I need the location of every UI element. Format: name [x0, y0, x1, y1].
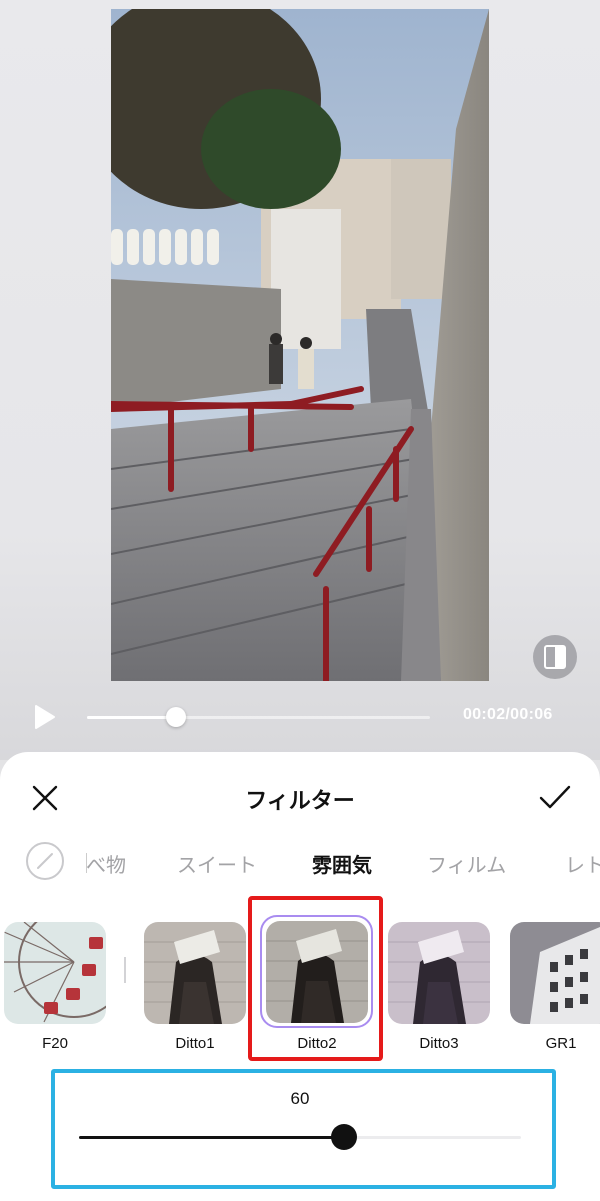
filter-thumb-ditto1[interactable]	[144, 922, 246, 1024]
filter-thumb-f20[interactable]	[4, 922, 106, 1024]
category-tab-retro[interactable]: レト	[565, 849, 600, 878]
play-icon	[35, 705, 55, 729]
highlight-box-intensity	[51, 1069, 556, 1189]
portrait-image	[388, 922, 490, 1024]
portrait-image	[144, 922, 246, 1024]
filter-label: Ditto3	[419, 1035, 459, 1052]
category-tab-film[interactable]: フィルム	[427, 849, 506, 878]
category-tab-food[interactable]: べ物	[86, 849, 126, 878]
filter-label: F20	[42, 1035, 68, 1052]
intensity-slider-thumb[interactable]	[331, 1124, 358, 1150]
compare-icon	[544, 645, 566, 669]
intensity-value: 60	[290, 1089, 310, 1108]
category-tabs: べ物 スイート 雰囲気 フィルム レト	[86, 840, 600, 884]
highlight-box-selected-filter	[248, 896, 383, 1061]
intensity-slider-fill	[79, 1136, 345, 1139]
building-image	[510, 922, 600, 1024]
video-frame-image	[111, 9, 489, 681]
confirm-button[interactable]	[538, 783, 572, 813]
ferris-wheel-image	[4, 922, 106, 1024]
panel-title: フィルター	[245, 788, 355, 813]
intensity-slider[interactable]	[79, 1124, 521, 1150]
filter-thumb-gr1[interactable]	[510, 922, 600, 1024]
filter-separator	[124, 957, 126, 983]
slash-icon	[37, 853, 53, 869]
category-tab-sweet[interactable]: スイート	[177, 849, 257, 878]
video-preview[interactable]	[111, 9, 489, 681]
category-tab-mood[interactable]: 雰囲気	[312, 849, 372, 878]
no-filter-button[interactable]	[26, 842, 64, 880]
filter-label: Ditto1	[175, 1035, 215, 1052]
filter-thumb-ditto3[interactable]	[388, 922, 490, 1024]
filter-label: GR1	[545, 1035, 577, 1052]
playback-time: 00:02/00:06	[463, 706, 553, 723]
checkmark-icon	[539, 785, 571, 809]
compare-button[interactable]	[533, 635, 577, 679]
playback-progress-fill	[87, 716, 177, 719]
play-button[interactable]	[30, 703, 58, 731]
playback-progress-bar[interactable]	[87, 707, 430, 727]
